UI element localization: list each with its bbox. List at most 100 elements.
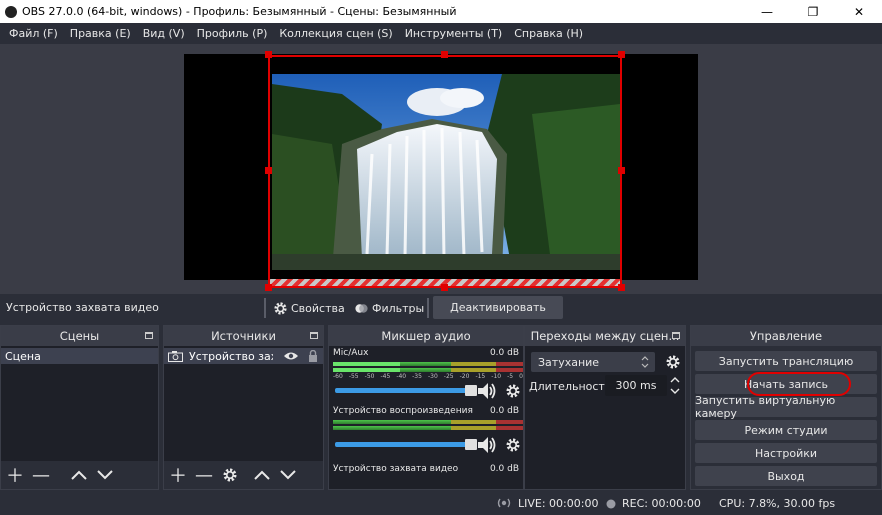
- volume-meter: [333, 362, 523, 366]
- menu-tools[interactable]: Инструменты (T): [399, 27, 509, 40]
- eye-icon[interactable]: [283, 351, 299, 361]
- start-virtualcam-button[interactable]: Запустить виртуальную камеру: [695, 394, 877, 420]
- volume-slider[interactable]: [335, 385, 477, 396]
- maximize-button[interactable]: ❐: [790, 0, 836, 23]
- scene-item[interactable]: Сцена: [1, 348, 158, 364]
- lock-icon[interactable]: [308, 350, 318, 362]
- audio-mixer-dock: Микшер аудио Mic/Aux 0.0 dB -60 -55 -50 -45…: [328, 325, 524, 490]
- broadcast-icon: [497, 498, 511, 508]
- transition-select[interactable]: Затухание: [531, 352, 655, 372]
- mixer-channel: Устройство воспроизведения 0.0 dB: [329, 404, 523, 462]
- gear-icon[interactable]: [665, 354, 681, 370]
- source-properties-button[interactable]: [220, 465, 240, 485]
- menu-profile[interactable]: Профиль (P): [191, 27, 274, 40]
- chevron-up-icon: [71, 470, 87, 480]
- meter-tick-label: -45: [380, 373, 391, 380]
- controls-title: Управление: [749, 329, 823, 343]
- scenes-title: Сцены: [59, 329, 100, 343]
- move-scene-down-button[interactable]: [95, 465, 115, 485]
- volume-slider-handle[interactable]: [465, 439, 477, 450]
- gear-icon[interactable]: [505, 437, 521, 453]
- settings-button[interactable]: Настройки: [695, 443, 877, 463]
- channel-db: 0.0 dB: [489, 406, 519, 416]
- menu-file[interactable]: Файл (F): [3, 27, 64, 40]
- resize-handle-mr[interactable]: [618, 167, 625, 174]
- menu-view[interactable]: Вид (V): [137, 27, 191, 40]
- menu-help[interactable]: Справка (H): [508, 27, 589, 40]
- meter-tick-label: -20: [459, 373, 470, 380]
- resize-handle-ml[interactable]: [265, 167, 272, 174]
- mixer-channel: Mic/Aux 0.0 dB -60 -55 -50 -45 -40 -35 -30 -25-…: [329, 346, 523, 404]
- undock-icon[interactable]: [310, 332, 318, 339]
- start-streaming-button[interactable]: Запустить трансляцию: [695, 351, 877, 371]
- meter-tick-label: -60: [333, 373, 343, 380]
- menu-scene-collection[interactable]: Коллекция сцен (S): [273, 27, 398, 40]
- move-scene-up-button[interactable]: [69, 465, 89, 485]
- meter-tick-label: -10: [491, 373, 502, 380]
- move-source-up-button[interactable]: [252, 465, 272, 485]
- spin-up-icon[interactable]: [669, 375, 681, 385]
- sources-dock: Источники Устройство захвата видео ＋ —: [163, 325, 324, 490]
- minimize-button[interactable]: —: [744, 0, 790, 23]
- toolbar-separator: [427, 298, 429, 318]
- exit-button[interactable]: Выход: [695, 466, 877, 486]
- gear-icon[interactable]: [505, 383, 521, 399]
- transition-selected: Затухание: [538, 355, 600, 369]
- channel-name: Устройство захвата видео: [333, 464, 459, 474]
- volume-slider[interactable]: [335, 439, 477, 450]
- sources-title: Источники: [211, 329, 276, 343]
- camera-icon: [168, 350, 183, 362]
- chevron-down-icon: [280, 470, 296, 480]
- studio-mode-button[interactable]: Режим студии: [695, 420, 877, 440]
- meter-tick-label: 0: [519, 373, 523, 380]
- chevron-down-icon: [97, 470, 113, 480]
- duration-input[interactable]: 300 ms: [605, 375, 667, 396]
- mixer-dock-header: Микшер аудио: [329, 326, 523, 346]
- meter-scale: -60 -55 -50 -45 -40 -35 -30 -25 -20 -15 -10 -5 0: [333, 373, 523, 380]
- remove-source-button[interactable]: —: [194, 465, 214, 486]
- volume-meter: [333, 426, 523, 430]
- volume-slider-handle[interactable]: [465, 385, 477, 396]
- speaker-icon[interactable]: [477, 436, 497, 454]
- channel-db: 0.0 dB: [489, 348, 519, 358]
- meter-tick-label: -15: [475, 373, 486, 380]
- close-button[interactable]: ✕: [836, 0, 882, 23]
- window-title: OBS 27.0.0 (64-bit, windows) - Профиль: …: [22, 5, 457, 18]
- record-icon: [606, 499, 616, 509]
- gear-icon: [223, 468, 237, 482]
- spin-down-icon[interactable]: [669, 386, 681, 396]
- meter-level: [333, 362, 400, 366]
- resize-handle-tr[interactable]: [618, 51, 625, 58]
- deactivate-button[interactable]: Деактивировать: [433, 296, 563, 319]
- status-bar: LIVE: 00:00:00 REC: 00:00:00 CPU: 7.8%, …: [0, 492, 882, 515]
- resize-handle-tl[interactable]: [265, 51, 272, 58]
- properties-button[interactable]: Свойства: [273, 298, 345, 318]
- meter-tick-label: -30: [427, 373, 438, 380]
- resize-handle-br[interactable]: [618, 284, 625, 291]
- source-item[interactable]: Устройство захвата видео: [164, 348, 323, 364]
- live-timer: LIVE: 00:00:00: [518, 497, 599, 510]
- menu-edit[interactable]: Правка (E): [64, 27, 137, 40]
- highlight-circle: [747, 372, 851, 396]
- add-scene-button[interactable]: ＋: [5, 465, 25, 487]
- volume-meter: [333, 368, 523, 372]
- scenes-footer: ＋ —: [1, 461, 158, 489]
- undock-icon[interactable]: [145, 332, 153, 339]
- resize-handle-bl[interactable]: [265, 284, 272, 291]
- sources-dock-header: Источники: [164, 326, 323, 346]
- remove-scene-button[interactable]: —: [31, 465, 51, 486]
- obs-window: OBS 27.0.0 (64-bit, windows) - Профиль: …: [0, 0, 882, 515]
- undock-icon[interactable]: [672, 332, 680, 339]
- speaker-icon[interactable]: [477, 382, 497, 400]
- transitions-dock: Переходы между сцен... Затухание Длитель…: [524, 325, 686, 490]
- spin-arrows-icon: [641, 356, 649, 368]
- filters-button[interactable]: Фильтры: [354, 298, 424, 318]
- duration-label: Длительность: [529, 380, 612, 393]
- move-source-down-button[interactable]: [278, 465, 298, 485]
- mixer-channel: Устройство захвата видео 0.0 dB: [329, 462, 523, 489]
- selected-source-frame[interactable]: [268, 55, 622, 288]
- add-source-button[interactable]: ＋: [168, 465, 188, 487]
- properties-label: Свойства: [291, 301, 345, 315]
- resize-handle-tc[interactable]: [441, 51, 448, 58]
- resize-handle-bc[interactable]: [441, 284, 448, 291]
